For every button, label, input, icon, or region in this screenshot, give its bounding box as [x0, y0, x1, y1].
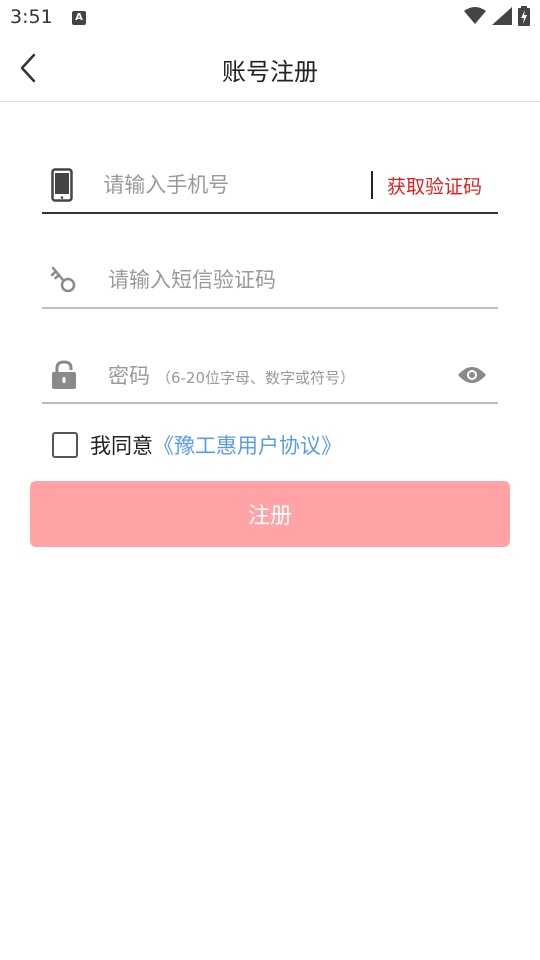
wifi-icon: [464, 7, 486, 24]
status-time: 3:51: [10, 6, 53, 28]
register-button[interactable]: 注册: [30, 481, 510, 547]
phone-icon: [42, 165, 81, 205]
password-field-row: 密码 （6-20位字母、数字或符号）: [42, 348, 498, 404]
password-placeholder: 密码: [108, 364, 150, 388]
sms-code-input[interactable]: [108, 268, 498, 292]
eye-icon[interactable]: [454, 357, 490, 393]
app-header: 账号注册: [0, 36, 540, 102]
lock-icon: [42, 355, 86, 395]
agreement-checkbox[interactable]: [52, 432, 78, 458]
field-divider: [371, 171, 373, 199]
status-bar: 3:51 A: [0, 0, 540, 36]
agreement-link[interactable]: 《豫工惠用户协议》: [153, 430, 342, 460]
phone-field-row: 获取验证码: [42, 158, 498, 214]
key-icon: [42, 260, 86, 300]
battery-charging-icon: [518, 6, 530, 26]
notification-icon: A: [72, 11, 86, 25]
password-input[interactable]: 密码 （6-20位字母、数字或符号）: [108, 360, 454, 390]
password-hint: （6-20位字母、数字或符号）: [156, 369, 356, 387]
page-title: 账号注册: [222, 58, 318, 86]
signal-icon: [492, 7, 512, 25]
agreement-row: 我同意 《豫工惠用户协议》: [52, 428, 342, 462]
get-code-button[interactable]: 获取验证码: [387, 172, 482, 199]
sms-code-field-row: [42, 253, 498, 309]
phone-input[interactable]: [103, 173, 372, 197]
agreement-text: 我同意: [90, 434, 153, 458]
status-icons: [464, 6, 530, 26]
